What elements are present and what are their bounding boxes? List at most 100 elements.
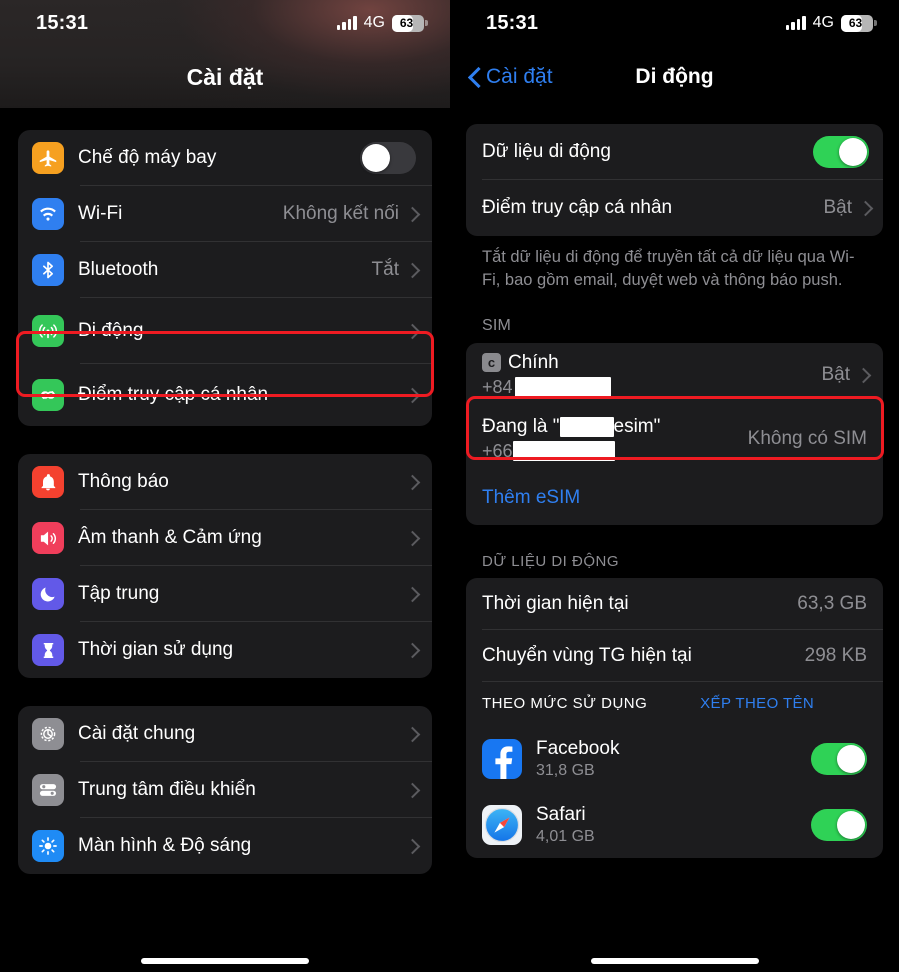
signal-bars-icon [785, 16, 806, 30]
page-title: Cài đặt [186, 63, 264, 90]
app-row-safari[interactable]: Safari 4,01 GB [466, 792, 883, 858]
wifi-icon [32, 198, 64, 230]
sidebar-item-general[interactable]: Cài đặt chung [18, 706, 432, 762]
facebook-icon [482, 738, 522, 779]
dual-screenshot-container: 15:31 4G 63 Cài đặt Chế độ máy bay Wi-Fi… [0, 0, 899, 972]
chevron-right-icon [407, 782, 416, 798]
control-center-icon [32, 774, 64, 806]
sim-card: c Chính +84 Bật Đang là " esim" +66 Khôn… [466, 342, 883, 525]
sim-primary-status: Bật [821, 363, 850, 385]
app-row-facebook[interactable]: Facebook 31,8 GB [466, 726, 883, 792]
nav-bar-right: Cài đặt Di động [450, 46, 899, 108]
sidebar-item-airplane-mode[interactable]: Chế độ máy bay [18, 130, 432, 186]
settings-group-system: Cài đặt chung Trung tâm điều khiển Màn h… [18, 706, 432, 874]
cellular-settings-screen: 15:31 4G 63 Cài đặt Di động Dữ liệu di đ… [450, 0, 899, 972]
app-data-size: 4,01 GB [536, 827, 595, 845]
sim-secondary-info: Đang là " esim" +66 [482, 416, 748, 462]
safari-icon [482, 804, 522, 845]
bluetooth-status-value: Tắt [371, 259, 399, 280]
gear-icon [32, 718, 64, 750]
sim-secondary-number: +66 [482, 441, 748, 462]
status-time: 15:31 [36, 11, 89, 34]
sim-primary-name: Chính [508, 351, 559, 373]
cellular-icon [32, 315, 64, 347]
status-indicators: 4G 63 [785, 14, 877, 32]
battery-icon: 63 [392, 14, 428, 32]
chevron-right-icon [407, 530, 416, 546]
nav-bar-left: Cài đặt [0, 46, 450, 108]
safari-cellular-toggle[interactable] [811, 808, 867, 841]
sidebar-item-notifications[interactable]: Thông báo [18, 454, 432, 510]
row-current-period[interactable]: Thời gian hiện tại 63,3 GB [466, 578, 883, 630]
back-button-label: Cài đặt [486, 65, 553, 88]
chevron-right-icon [407, 838, 416, 854]
row-label: Chuyển vùng TG hiện tại [482, 644, 692, 666]
back-button[interactable]: Cài đặt [470, 65, 553, 89]
sidebar-item-label: Màn hình & Độ sáng [78, 835, 252, 856]
facebook-cellular-toggle[interactable] [811, 742, 867, 775]
sidebar-item-cellular[interactable]: Di động [18, 298, 432, 364]
row-current-roaming[interactable]: Chuyển vùng TG hiện tại 298 KB [466, 630, 883, 682]
sidebar-item-wifi[interactable]: Wi-Fi Không kết nối [18, 186, 432, 242]
network-type-label: 4G [363, 14, 385, 31]
row-label: Điểm truy cập cá nhân [482, 197, 673, 218]
sim-badge-icon: c [482, 353, 501, 373]
sidebar-item-label: Âm thanh & Cảm ứng [78, 527, 262, 548]
cellular-data-card: Dữ liệu di động Điểm truy cập cá nhân Bậ… [466, 124, 883, 236]
bell-icon [32, 466, 64, 498]
chevron-right-icon [407, 474, 416, 490]
app-data-size: 31,8 GB [536, 761, 595, 779]
usage-section-header: DỮ LIỆU DI ĐỘNG [482, 552, 619, 570]
sidebar-item-display-brightness[interactable]: Màn hình & Độ sáng [18, 818, 432, 874]
sidebar-item-personal-hotspot[interactable]: Điểm truy cập cá nhân [18, 364, 432, 426]
sim-primary-number: +84 [482, 377, 821, 398]
sidebar-item-focus[interactable]: Tập trung [18, 566, 432, 622]
sim-row-primary[interactable]: c Chính +84 Bật [466, 343, 883, 407]
chevron-right-icon [860, 200, 869, 216]
sidebar-item-label: Di động [78, 320, 144, 341]
settings-group-notifications: Thông báo Âm thanh & Cảm ứng Tập trung T… [18, 454, 432, 678]
sim-primary-info: c Chính +84 [482, 352, 821, 398]
row-personal-hotspot[interactable]: Điểm truy cập cá nhân Bật [466, 180, 883, 236]
cellular-data-toggle[interactable] [813, 136, 869, 168]
sidebar-item-label: Tập trung [78, 583, 160, 604]
network-type-label: 4G [812, 14, 834, 31]
app-name: Safari [536, 803, 586, 825]
app-info-safari: Safari 4,01 GB [536, 804, 811, 846]
sim-section-header: SIM [482, 316, 512, 334]
chevron-right-icon [407, 206, 416, 222]
wifi-status-value: Không kết nối [282, 203, 399, 224]
sidebar-item-label: Wi-Fi [78, 203, 123, 224]
row-label: Dữ liệu di động [482, 141, 611, 162]
chevron-right-icon [407, 323, 416, 339]
sort-by-name-button[interactable]: XẾP THEO TÊN [700, 695, 814, 712]
sidebar-item-control-center[interactable]: Trung tâm điều khiển [18, 762, 432, 818]
sidebar-item-label: Chế độ máy bay [78, 147, 217, 168]
status-bar-right: 15:31 4G 63 [450, 0, 899, 46]
speaker-icon [32, 522, 64, 554]
chevron-right-icon [407, 262, 416, 278]
battery-percent: 63 [399, 15, 414, 30]
sidebar-item-bluetooth[interactable]: Bluetooth Tắt [18, 242, 432, 298]
sim-primary-title-line: c Chính [482, 352, 821, 374]
app-name: Facebook [536, 737, 620, 759]
settings-group-connectivity: Chế độ máy bay Wi-Fi Không kết nối Bluet… [18, 130, 432, 426]
row-cellular-data[interactable]: Dữ liệu di động [466, 124, 883, 180]
hotspot-status-value: Bật [823, 197, 852, 218]
add-esim-label: Thêm eSIM [482, 486, 581, 508]
sidebar-item-sounds-haptics[interactable]: Âm thanh & Cảm ứng [18, 510, 432, 566]
status-bar-left: 15:31 4G 63 [0, 0, 450, 46]
home-indicator-left [141, 958, 309, 964]
sim-primary-country-code: +84 [482, 376, 513, 397]
airplane-mode-toggle[interactable] [360, 142, 416, 174]
chevron-right-icon [407, 726, 416, 742]
usage-sort-header: THEO MỨC SỬ DỤNG XẾP THEO TÊN [466, 682, 883, 726]
hotspot-icon [32, 379, 64, 411]
sim-row-secondary[interactable]: Đang là " esim" +66 Không có SIM [466, 407, 883, 471]
add-esim-row[interactable]: Thêm eSIM [466, 471, 883, 525]
brightness-icon [32, 830, 64, 862]
sim-secondary-title-line: Đang là " esim" [482, 416, 748, 438]
bluetooth-icon [32, 254, 64, 286]
sidebar-item-screen-time[interactable]: Thời gian sử dụng [18, 622, 432, 678]
sim-secondary-status: Không có SIM [747, 427, 867, 449]
